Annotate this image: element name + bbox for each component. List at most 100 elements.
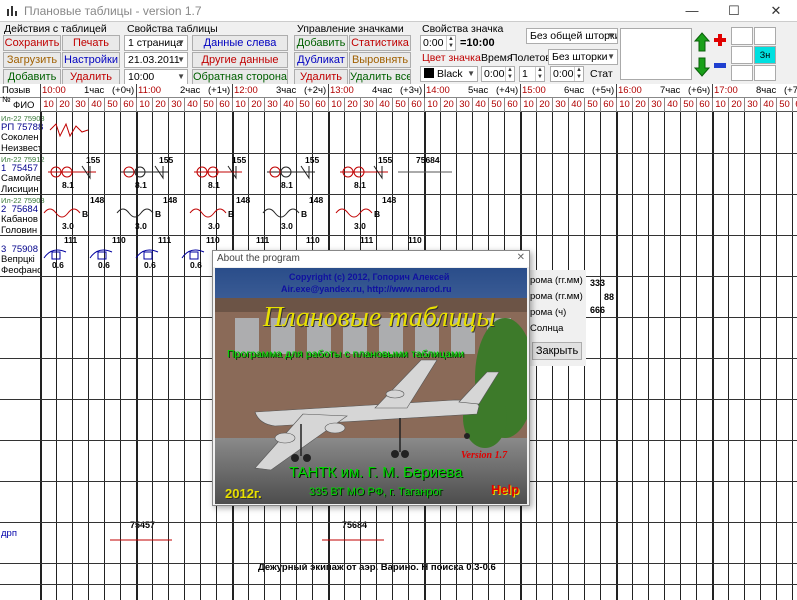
- cell-box[interactable]: [754, 27, 776, 45]
- spinner-arrows-icon: ▲ ▼: [446, 36, 455, 50]
- hour-clock-0: 10:00: [42, 85, 66, 96]
- hour-separator: [232, 84, 233, 98]
- row1-top-value: 155: [232, 155, 246, 165]
- hour-offset-6: (+6ч): [688, 85, 711, 96]
- hour-clock-6: 16:00: [618, 85, 642, 96]
- dialog-version: Version 1.7: [461, 450, 508, 461]
- spinner-arrows-icon: ▲ ▼: [574, 67, 583, 81]
- minute-cell: 20: [344, 98, 360, 112]
- dialog-app-name: Плановые таблицы: [263, 302, 496, 333]
- plus-icon[interactable]: [713, 33, 727, 47]
- minus-icon[interactable]: [713, 62, 727, 70]
- row3-bottom-value: 0.6: [190, 260, 202, 270]
- minute-cell: 60: [216, 98, 232, 112]
- minute-cell: 40: [664, 98, 680, 112]
- time-value: 10:00: [128, 71, 155, 83]
- maximize-button[interactable]: ☐: [714, 0, 754, 22]
- settings-button[interactable]: Настройки: [62, 52, 120, 68]
- number-header: №: [2, 95, 11, 104]
- reverse-side-button[interactable]: Обратная сторона: [192, 69, 288, 85]
- row1-bottom-value: 8.1: [208, 180, 220, 190]
- hour-label-4: 5час: [468, 85, 489, 96]
- cell-box[interactable]: [731, 27, 753, 45]
- row3-top-value: 110: [408, 235, 422, 245]
- about-dialog[interactable]: About the program ✕ Copyright (c) 2012, …: [212, 250, 530, 506]
- arc-icon: [135, 249, 159, 259]
- minute-cell: 50: [200, 98, 216, 112]
- duplicate-button[interactable]: Дубликат: [294, 52, 348, 68]
- icon-color-label: Цвет значка: [422, 52, 481, 64]
- window-title: Плановые таблицы - version 1.7: [24, 4, 202, 18]
- arrow-up-icon[interactable]: [694, 32, 710, 52]
- curtain-select[interactable]: Без шторки ▼: [548, 49, 618, 65]
- time-label: Время: [481, 52, 513, 64]
- icon-time-spinner[interactable]: 0:00 ▲ ▼: [420, 35, 456, 51]
- align-button[interactable]: Выровнять: [349, 52, 411, 68]
- row2-letter: B: [155, 209, 161, 219]
- flights-value: 1: [522, 68, 528, 80]
- aircraft-photo: Copyright (c) 2012, Гопорич Алексей Air.…: [215, 268, 527, 504]
- dialog-close-icon[interactable]: ✕: [517, 252, 525, 263]
- minute-cell: 20: [248, 98, 264, 112]
- minute-cell: 30: [744, 98, 760, 112]
- icon-color-select[interactable]: Black ▼: [420, 66, 478, 82]
- statistics-button[interactable]: Статистика: [349, 35, 411, 51]
- arrow-down-icon[interactable]: [694, 57, 710, 77]
- cell-box[interactable]: [731, 65, 753, 81]
- minutes-header: № ФИО 10 20 30 40 50 60 10 20 30 40 50 60 10 20 30 40 50…: [0, 95, 797, 112]
- general-curtain-select[interactable]: Без общей шторки ▼: [526, 28, 618, 44]
- icon-time-value: 0:00: [423, 37, 444, 49]
- minute-cell: 50: [104, 98, 120, 112]
- zn-button[interactable]: Зн: [754, 46, 776, 64]
- toolbar: Действия с таблицей Сохранить Печать Заг…: [0, 22, 797, 85]
- orbit-icon: [262, 208, 300, 218]
- time-select[interactable]: 10:00 ▼: [124, 69, 188, 85]
- delete-table-button[interactable]: Удалить: [62, 69, 120, 85]
- hour-offset-4: (+4ч): [496, 85, 519, 96]
- save-button[interactable]: Сохранить: [3, 35, 61, 51]
- add-table-button[interactable]: Добавить: [3, 69, 61, 85]
- delete-all-button[interactable]: Удалить все: [349, 69, 411, 85]
- cell-box[interactable]: [754, 65, 776, 81]
- time-spinner[interactable]: 0:00 ▲ ▼: [481, 66, 515, 82]
- row3-bottom-value: 0.6: [52, 260, 64, 270]
- orbit-icon: [189, 208, 227, 218]
- color-swatch: [424, 68, 434, 78]
- pages-value: 1 страница: [128, 37, 183, 49]
- dialog-copyright: Copyright (c) 2012, Гопорич Алексей: [289, 272, 450, 282]
- print-button[interactable]: Печать: [62, 35, 120, 51]
- hour-clock-1: 11:00: [138, 85, 162, 96]
- close-button[interactable]: ✕: [756, 0, 796, 22]
- date-picker[interactable]: 21.03.2011 ▼: [124, 52, 188, 68]
- stat-time-value: 0:00: [553, 68, 574, 80]
- group-table-props-label: Свойства таблицы: [127, 23, 218, 35]
- other-data-button[interactable]: Другие данные: [192, 52, 288, 68]
- dialog-unit: 335 ВТ МО РФ, г. Таганрог: [309, 486, 443, 498]
- minute-cell: 40: [280, 98, 296, 112]
- help-button[interactable]: Help: [491, 482, 519, 497]
- hour-clock-3: 13:00: [330, 85, 354, 96]
- orbit-icon: [335, 208, 373, 218]
- row3-top-value: 111: [64, 235, 78, 245]
- icon-delete-button[interactable]: Удалить: [294, 69, 348, 85]
- cell-box[interactable]: [731, 46, 753, 64]
- load-button[interactable]: Загрузить: [3, 52, 61, 68]
- side-panel: рома (гг.мм) рома (гг.мм) рома (ч) Солнц…: [530, 270, 586, 366]
- close-side-button[interactable]: Закрыть: [532, 342, 582, 360]
- minute-cell: 20: [632, 98, 648, 112]
- icon-add-button[interactable]: Добавить: [294, 35, 348, 51]
- row3-bottom-value: 0.6: [144, 260, 156, 270]
- flights-spinner[interactable]: 1 ▲ ▼: [519, 66, 545, 82]
- orbit-icon: [43, 208, 81, 218]
- minute-cell: 60: [504, 98, 520, 112]
- side-field-3: рома (ч): [530, 307, 567, 318]
- hour-offset-3: (+3ч): [400, 85, 423, 96]
- row2-top-value: 148: [382, 195, 396, 205]
- group-table-actions-label: Действия с таблицей: [4, 23, 107, 35]
- minute-cell: 50: [392, 98, 408, 112]
- spinner-arrows-icon: ▲ ▼: [505, 67, 514, 81]
- data-left-button[interactable]: Данные слева: [192, 35, 288, 51]
- minimize-button[interactable]: —: [672, 0, 712, 22]
- stat-time-spinner[interactable]: 0:00 ▲ ▼: [550, 66, 584, 82]
- pages-select[interactable]: 1 страница ▼: [124, 35, 188, 51]
